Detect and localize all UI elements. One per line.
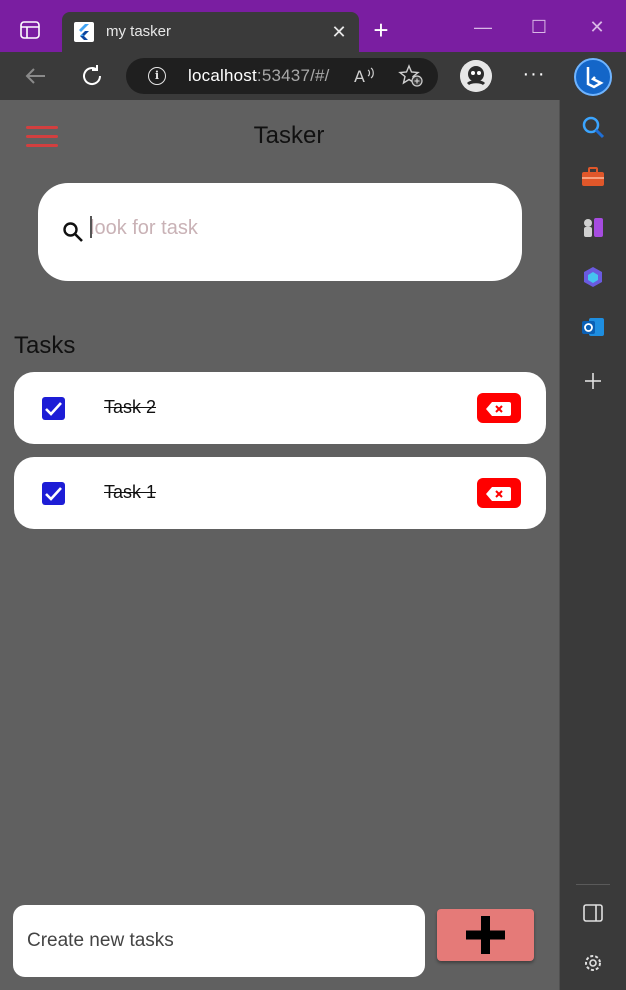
sidebar-divider [576,884,610,885]
maximize-button[interactable]: ☐ [522,10,556,44]
plus-icon [466,916,505,954]
flutter-favicon-icon [74,22,94,42]
app-viewport: Tasker Tasks Task 2 Task 1 [0,100,559,990]
bing-icon [586,67,604,89]
sidebar-games-icon[interactable] [580,214,606,240]
search-icon [62,221,84,243]
url-text: localhost:53437/#/ [188,66,330,85]
title-bar: my tasker ✕ + — ☐ ✕ [0,0,626,52]
svg-text:A: A [354,67,365,86]
task-label: Task 1 [104,482,157,502]
address-bar[interactable]: i localhost:53437/#/ A [126,58,438,94]
check-icon [45,487,62,501]
check-icon [45,402,62,416]
read-aloud-icon[interactable]: A [352,64,378,88]
more-options-icon[interactable]: ··· [520,60,548,92]
search-box[interactable] [38,183,522,281]
task-label: Task 2 [104,397,157,417]
task-checkbox[interactable] [42,397,65,420]
sidebar-search-icon[interactable] [580,114,606,140]
new-task-input[interactable] [27,927,407,955]
sidebar-tools-icon[interactable] [580,164,606,190]
task-item[interactable]: Task 1 [14,457,546,529]
tasks-heading: Tasks [14,332,76,359]
tab-actions-button[interactable] [12,14,48,46]
close-window-button[interactable]: ✕ [580,10,614,44]
delete-task-button[interactable] [477,393,521,423]
sidebar-copilot-icon[interactable] [580,264,606,290]
add-favorite-icon[interactable] [398,64,424,88]
backspace-x-icon [486,487,511,501]
task-checkbox[interactable] [42,482,65,505]
sidebar-add-icon[interactable] [580,368,606,394]
delete-task-button[interactable] [477,478,521,508]
reload-button[interactable] [78,62,106,90]
new-tab-button[interactable]: + [366,16,396,46]
back-button[interactable] [22,62,50,90]
sidebar-outlook-icon[interactable] [580,314,606,340]
text-cursor [90,216,92,238]
tab-close-icon[interactable]: ✕ [328,21,350,43]
tab-actions-icon [20,21,40,39]
site-info-icon[interactable]: i [148,67,166,85]
browser-tab[interactable]: my tasker ✕ [62,12,359,52]
sidebar-toggle-icon[interactable] [580,900,606,926]
reload-icon [83,65,102,85]
add-task-button[interactable] [437,909,534,961]
minimize-button[interactable]: — [466,10,500,44]
search-input[interactable] [90,214,490,242]
browser-window: my tasker ✕ + — ☐ ✕ i localhost:53437/#/… [0,0,626,990]
tab-title: my tasker [106,23,172,40]
browser-sidebar [559,100,626,990]
settings-gear-icon[interactable] [580,950,606,976]
profile-avatar[interactable] [460,60,492,92]
bing-copilot-button[interactable] [574,58,612,96]
app-title: Tasker [253,122,325,149]
back-arrow-icon [25,68,45,84]
backspace-x-icon [486,402,511,416]
new-task-field[interactable] [13,905,425,977]
task-item[interactable]: Task 2 [14,372,546,444]
